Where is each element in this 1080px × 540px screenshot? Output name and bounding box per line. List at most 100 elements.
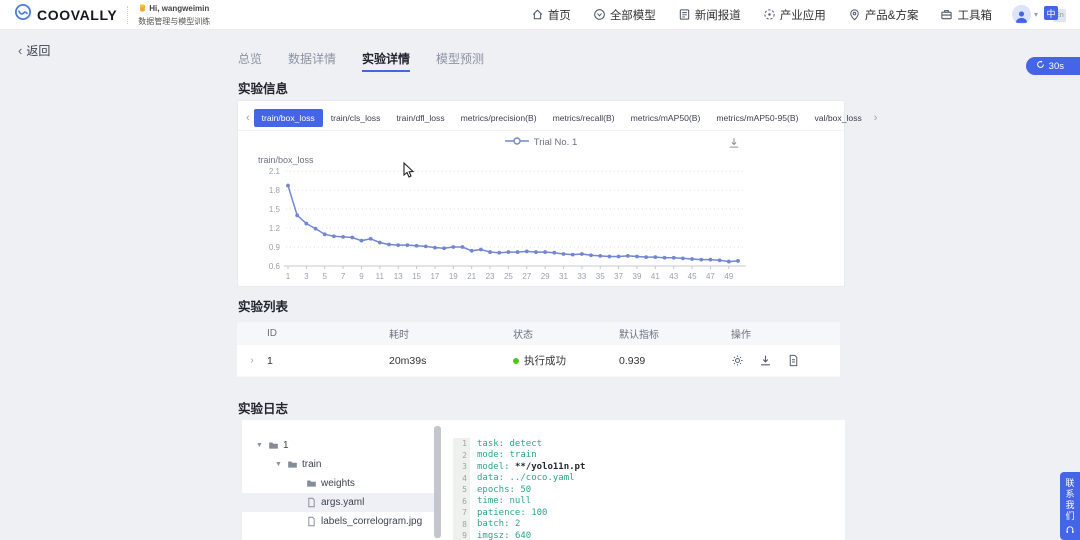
cell-id: 1 — [267, 354, 273, 367]
tree-item-label: args.yaml — [321, 497, 365, 508]
tabs-scroll-left-icon[interactable]: ‹ — [242, 112, 254, 124]
tabs-scroll-right-icon[interactable]: › — [870, 112, 882, 124]
tree-scrollbar[interactable] — [434, 426, 441, 540]
table-header: ID 耗时 状态 默认指标 操作 — [237, 322, 840, 345]
coovally-logo[interactable]: COOVALLY — [14, 3, 117, 26]
data-point — [598, 253, 603, 258]
data-point — [506, 250, 511, 254]
x-tick-label: 21 — [467, 272, 476, 281]
tab-[interactable]: 总览 — [238, 50, 262, 72]
data-point — [653, 255, 658, 260]
news-icon — [679, 9, 690, 20]
metric-tab-metrics-map50-b[interactable]: metrics/mAP50(B) — [623, 109, 709, 127]
data-point — [570, 252, 575, 257]
gear-action[interactable] — [731, 354, 744, 367]
legend-marker-icon — [504, 133, 529, 151]
nav-item-toolbox[interactable]: 工具箱 — [940, 7, 992, 23]
tab-[interactable]: 模型预测 — [436, 50, 484, 72]
data-point — [717, 258, 722, 263]
chevron-left-icon: ‹ — [18, 43, 23, 58]
y-tick-label: 2.1 — [269, 167, 281, 176]
data-point — [635, 254, 639, 259]
nav-item-label: 首页 — [547, 9, 571, 22]
data-point — [368, 236, 373, 241]
contact-us-tab[interactable]: 联系我们 — [1060, 472, 1080, 540]
caret-down-icon[interactable]: ▼ — [275, 461, 283, 468]
data-point — [451, 245, 456, 249]
data-point — [414, 243, 419, 248]
x-tick-label: 9 — [359, 272, 364, 281]
tree-item-labels-correlogram-jpg[interactable]: labels_correlogram.jpg — [242, 512, 434, 531]
data-point — [313, 226, 318, 231]
nav-item-label: 全部模型 — [609, 9, 656, 22]
language-switcher[interactable]: En 中 — [1044, 6, 1066, 23]
tab-[interactable]: 实验详情 — [362, 50, 411, 72]
product-icon — [850, 9, 859, 21]
auto-refresh-badge[interactable]: 30s — [1025, 57, 1080, 75]
training-loss-chart[interactable]: train/box_loss0.60.91.21.51.82.11 3 5 7 9 11 1… — [238, 153, 844, 283]
nav-item-home[interactable]: 首页 — [531, 7, 571, 23]
nav-item-news[interactable]: 新闻报道 — [678, 7, 741, 23]
models-icon — [593, 9, 605, 20]
chart-legend: Trial No. 1 — [238, 131, 844, 153]
nav-item-industry[interactable]: 产业应用 — [763, 7, 826, 23]
yaml-viewer[interactable]: 1 task: detect 2 mode: train 3 model: **/yolo… — [453, 420, 845, 540]
metric-tab-train-box-loss[interactable]: train/box_loss — [253, 109, 323, 127]
contact-us-label: 联系我们 — [1064, 477, 1075, 522]
data-point — [387, 242, 391, 247]
metric-tab-metrics-precision-b[interactable]: metrics/precision(B) — [453, 109, 545, 127]
x-tick-label: 35 — [596, 272, 605, 281]
data-point — [726, 259, 731, 264]
nav-item-label: 新闻报道 — [694, 9, 741, 22]
refresh-icon — [1036, 60, 1045, 72]
data-point — [607, 254, 612, 259]
y-tick-label: 0.6 — [269, 262, 281, 271]
line-number: 5 — [453, 484, 470, 496]
x-tick-label: 39 — [633, 272, 642, 281]
download-icon[interactable] — [728, 136, 740, 154]
metric-tab-train-dfl-loss[interactable]: train/dfl_loss — [388, 109, 452, 127]
line-number: 2 — [453, 449, 470, 461]
chevron-down-icon[interactable]: ▾ — [1034, 10, 1038, 19]
row-expand-icon[interactable]: › — [237, 355, 267, 366]
scrollbar-thumb[interactable] — [434, 426, 441, 538]
download-action[interactable] — [759, 354, 772, 367]
nav-item-models[interactable]: 全部模型 — [593, 7, 656, 23]
tree-item-args-yaml[interactable]: args.yaml — [242, 493, 434, 512]
yaml-key: patience: — [477, 507, 532, 518]
caret-down-icon[interactable]: ▼ — [256, 442, 264, 449]
yaml-value: 100 — [531, 507, 548, 518]
file-icon — [308, 497, 315, 508]
tree-item-1[interactable]: ▼ 1 — [242, 436, 434, 455]
data-point — [332, 234, 336, 239]
y-tick-label: 0.9 — [269, 243, 281, 252]
data-point — [680, 256, 685, 261]
main-navigation: 首页 全部模型 新闻报道 产业应用 产品&方案 工具箱 — [531, 7, 992, 23]
metric-tab-metrics-recall-b[interactable]: metrics/recall(B) — [545, 109, 623, 127]
yaml-key: task: — [477, 438, 510, 449]
metric-tab-train-cls-loss[interactable]: train/cls_loss — [323, 109, 389, 127]
document-action[interactable] — [787, 354, 800, 367]
metric-tab-val-box-loss[interactable]: val/box_loss — [807, 109, 870, 127]
yaml-value: 2 — [514, 519, 521, 530]
data-point — [405, 243, 410, 247]
x-tick-label: 47 — [706, 272, 715, 281]
data-point — [304, 221, 309, 226]
code-content: data: ../coco.yaml — [470, 473, 575, 483]
back-button[interactable]: ‹ 返回 — [18, 42, 50, 59]
tree-item-train[interactable]: ▼ train — [242, 455, 434, 474]
waving-hand-icon — [138, 3, 147, 16]
tree-item-label: train — [302, 459, 322, 470]
data-point — [460, 245, 465, 249]
avatar[interactable] — [1011, 5, 1031, 24]
section-title-experiment-log: 实验日志 — [238, 402, 289, 416]
metric-tab-metrics-map50-95-b[interactable]: metrics/mAP50-95(B) — [708, 109, 806, 127]
tree-item-weights[interactable]: weights — [242, 474, 434, 493]
data-point — [488, 250, 492, 254]
yaml-key: model: — [477, 461, 515, 472]
nav-item-product[interactable]: 产品&方案 — [848, 7, 918, 23]
yaml-key: epochs: — [477, 484, 521, 495]
table-row[interactable]: › 1 20m39s 执行成功 0.939 — [237, 345, 840, 377]
tab-[interactable]: 数据详情 — [288, 50, 336, 72]
x-tick-label: 29 — [541, 272, 550, 281]
